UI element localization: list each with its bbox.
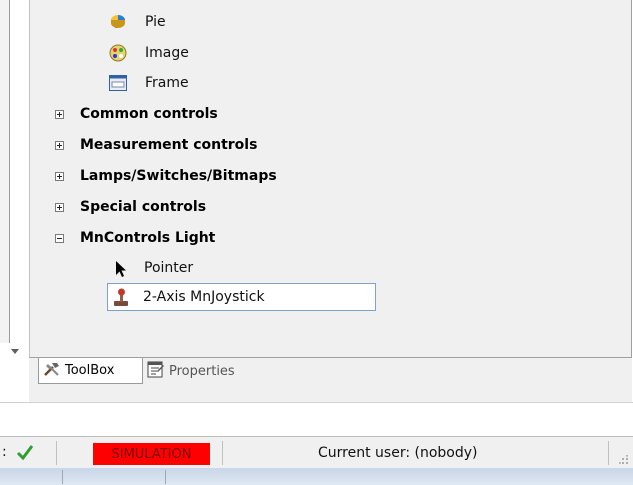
- group-common-controls[interactable]: Common controls: [80, 106, 218, 122]
- expand-special-controls-icon[interactable]: [55, 203, 64, 212]
- taskbar-strip: [0, 468, 633, 485]
- scroll-down-arrow-icon[interactable]: [11, 349, 19, 354]
- expand-common-controls-icon[interactable]: [55, 110, 64, 119]
- tab-properties[interactable]: Properties: [147, 358, 235, 384]
- group-special-controls[interactable]: Special controls: [80, 199, 206, 215]
- properties-icon: [147, 360, 165, 382]
- tab-toolbox[interactable]: ToolBox: [38, 358, 143, 384]
- tools-icon: [43, 361, 61, 381]
- group-mncontrols-light[interactable]: MnControls Light: [80, 230, 215, 246]
- tab-properties-label: Properties: [169, 363, 235, 379]
- panel-tab-strip: ToolBox Properties: [29, 358, 632, 402]
- pie-chart-icon: [108, 12, 128, 32]
- status-prefix: :: [2, 444, 7, 460]
- taskbar-divider: [62, 470, 63, 484]
- status-bar: : SIMULATION Current user: (nobody): [0, 436, 633, 469]
- taskbar-divider: [165, 470, 166, 484]
- collapse-mncontrols-light-icon[interactable]: [55, 234, 64, 243]
- expand-measurement-controls-icon[interactable]: [55, 141, 64, 150]
- check-icon: [16, 443, 34, 465]
- resize-grip-icon[interactable]: [619, 455, 629, 465]
- left-panel-edge: [0, 0, 19, 354]
- toolbox-item-2-axis-mnjoystick[interactable]: 2-Axis MnJoystick: [143, 289, 265, 305]
- group-lamps-switches-bitmaps[interactable]: Lamps/Switches/Bitmaps: [80, 168, 277, 184]
- tab-toolbox-label: ToolBox: [65, 363, 115, 378]
- status-separator: [222, 441, 223, 465]
- toolbox-item-image[interactable]: Image: [145, 45, 189, 61]
- status-separator: [56, 441, 57, 465]
- toolbox-item-frame[interactable]: Frame: [145, 75, 189, 91]
- group-measurement-controls[interactable]: Measurement controls: [80, 137, 257, 153]
- joystick-icon: [111, 287, 131, 307]
- simulation-mode-label: SIMULATION: [111, 446, 192, 462]
- expand-lamps-switches-bitmaps-icon[interactable]: [55, 172, 64, 181]
- image-icon: [108, 43, 128, 63]
- toolbox-item-pie[interactable]: Pie: [145, 14, 166, 30]
- frame-icon: [108, 73, 128, 93]
- toolbox-item-pointer[interactable]: Pointer: [144, 260, 193, 276]
- current-user-label: Current user: (nobody): [318, 445, 478, 461]
- pointer-arrow-icon: [111, 259, 131, 279]
- simulation-mode-badge: SIMULATION: [93, 443, 210, 465]
- empty-panel-area: [0, 402, 633, 437]
- status-separator: [608, 441, 609, 465]
